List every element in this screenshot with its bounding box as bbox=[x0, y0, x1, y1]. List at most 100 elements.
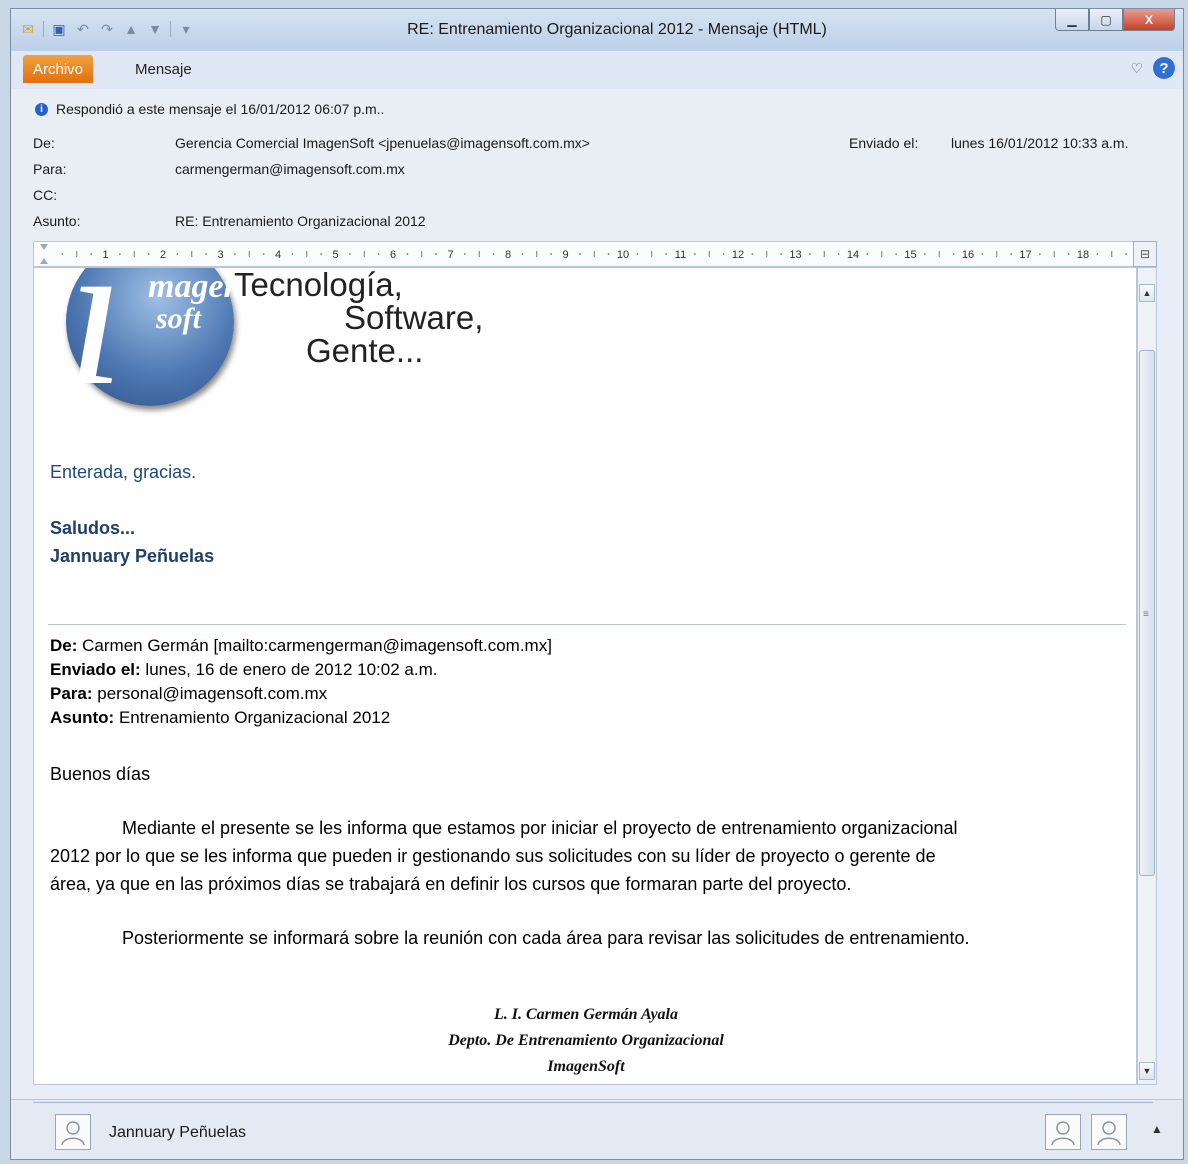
ruler-tick bbox=[895, 253, 898, 255]
ruler-tick bbox=[118, 253, 121, 255]
ruler-tick bbox=[837, 253, 840, 255]
contact-avatar-small[interactable] bbox=[1091, 1114, 1127, 1150]
ruler-tick bbox=[291, 253, 294, 255]
ruler-tick bbox=[176, 253, 179, 255]
cc-label: CC: bbox=[33, 187, 58, 203]
slogan-line: Software, bbox=[344, 299, 484, 336]
orig-subject-value: Entrenamiento Organizacional 2012 bbox=[118, 708, 391, 727]
tab-message[interactable]: Mensaje bbox=[135, 61, 192, 78]
quote-divider bbox=[48, 624, 1126, 625]
ruler-scale: 1 2 3 4 5 6 7 8 9 10 11 12 13 14 15 16 17 18 bbox=[40, 244, 1128, 264]
ruler-tick bbox=[1010, 253, 1013, 255]
ruler[interactable]: 1 2 3 4 5 6 7 8 9 10 11 12 13 14 15 16 17 18 bbox=[33, 241, 1153, 267]
ruler-number: 12 bbox=[732, 249, 744, 261]
scroll-grip-icon: ≡ bbox=[1143, 609, 1149, 620]
orig-subject-label: Asunto: bbox=[50, 708, 115, 727]
info-icon: i bbox=[35, 102, 48, 116]
info-bar[interactable]: i Respondió a este mensaje el 16/01/2012… bbox=[35, 101, 384, 117]
signature-company: ImagenSoft bbox=[547, 1058, 625, 1075]
ruler-number: 16 bbox=[962, 249, 974, 261]
ruler-tick bbox=[233, 253, 236, 255]
message-body[interactable]: i magen soft Tecnología, Software, Gente… bbox=[33, 267, 1137, 1085]
orig-to-value[interactable]: personal@imagensoft.com.mx bbox=[97, 684, 327, 703]
scroll-up-button[interactable]: ▲ bbox=[1139, 284, 1155, 302]
orig-to-label: Para: bbox=[50, 684, 93, 703]
ruler-tick bbox=[90, 253, 93, 255]
paragraph-1-line-3: área, ya que en las próximos días se tra… bbox=[50, 874, 852, 894]
slogan-line: Tecnología, bbox=[234, 267, 403, 303]
ruler-tick bbox=[808, 253, 811, 255]
ruler-tick bbox=[952, 253, 955, 255]
reply-text: Enterada, gracias. bbox=[50, 462, 197, 482]
indent-marker[interactable] bbox=[40, 244, 48, 264]
ribbon-right: ♡ ? bbox=[1130, 57, 1175, 79]
ruler-tick bbox=[1038, 253, 1041, 255]
ruler-number: 5 bbox=[332, 249, 338, 261]
tab-file[interactable]: Archivo bbox=[23, 55, 93, 83]
message-header: i Respondió a este mensaje el 16/01/2012… bbox=[11, 89, 1183, 241]
ruler-number: 15 bbox=[904, 249, 916, 261]
maximize-button[interactable]: ▢ bbox=[1089, 9, 1123, 31]
imagensoft-logo: i magen soft bbox=[66, 268, 242, 418]
orig-from-label: De: bbox=[50, 636, 78, 655]
sent-value: lunes 16/01/2012 10:33 a.m. bbox=[951, 135, 1129, 151]
ruler-tick bbox=[780, 253, 783, 255]
ruler-tick bbox=[61, 253, 64, 255]
minimize-button[interactable]: ▁ bbox=[1055, 9, 1089, 31]
ruler-tick bbox=[693, 253, 696, 255]
ruler-number: 2 bbox=[160, 249, 166, 261]
ruler-tick bbox=[492, 253, 495, 255]
scroll-down-button[interactable]: ▼ bbox=[1139, 1062, 1155, 1080]
ruler-number: 17 bbox=[1019, 249, 1031, 261]
sent-label: Enviado el: bbox=[849, 135, 919, 151]
ruler-tick bbox=[435, 253, 438, 255]
paragraph-1-line-1: Mediante el presente se les informa que … bbox=[122, 818, 958, 838]
slogan: Tecnología, Software, Gente... bbox=[234, 268, 483, 367]
ruler-number: 3 bbox=[217, 249, 223, 261]
ruler-tick bbox=[1125, 253, 1128, 255]
contact-avatar[interactable] bbox=[55, 1114, 91, 1150]
expand-ribbon-icon[interactable]: ♡ bbox=[1130, 60, 1143, 77]
ruler-number: 6 bbox=[390, 249, 396, 261]
scroll-thumb[interactable]: ≡ bbox=[1139, 350, 1155, 876]
slogan-line: Gente... bbox=[306, 332, 424, 369]
ruler-tick bbox=[981, 253, 984, 255]
orig-sent-label: Enviado el: bbox=[50, 660, 141, 679]
ruler-tick bbox=[262, 253, 265, 255]
person-icon bbox=[1097, 1121, 1121, 1146]
ruler-number: 10 bbox=[617, 249, 629, 261]
ruler-tick bbox=[521, 253, 524, 255]
ruler-tick bbox=[377, 253, 380, 255]
contact-avatar-small[interactable] bbox=[1045, 1114, 1081, 1150]
ruler-tick bbox=[665, 253, 668, 255]
person-icon bbox=[1051, 1121, 1075, 1146]
paragraph-1-line-2: 2012 por lo que se les informa que puede… bbox=[50, 846, 936, 866]
ruler-number: 9 bbox=[562, 249, 568, 261]
expand-people-pane-icon[interactable]: ▲ bbox=[1151, 1122, 1163, 1136]
help-icon[interactable]: ? bbox=[1153, 57, 1175, 79]
view-ruler-icon[interactable]: ⊟ bbox=[1133, 241, 1157, 267]
from-label: De: bbox=[33, 135, 55, 151]
ruler-number: 1 bbox=[102, 249, 108, 261]
ribbon: Archivo Mensaje ♡ ? bbox=[11, 51, 1183, 90]
ruler-tick bbox=[320, 253, 323, 255]
contact-name[interactable]: Jannuary Peñuelas bbox=[109, 1124, 246, 1142]
vertical-scrollbar[interactable]: ▲ ≡ ▼ bbox=[1137, 267, 1157, 1085]
window-controls: ▁ ▢ X bbox=[1055, 9, 1175, 31]
people-pane: Jannuary Peñuelas ▲ bbox=[11, 1099, 1183, 1159]
from-value[interactable]: Gerencia Comercial ImagenSoft <jpenuelas… bbox=[175, 135, 590, 151]
to-value[interactable]: carmengerman@imagensoft.com.mx bbox=[175, 161, 405, 177]
ruler-tick bbox=[1067, 253, 1070, 255]
subject-label: Asunto: bbox=[33, 213, 81, 229]
window-title: RE: Entrenamiento Organizacional 2012 - … bbox=[407, 21, 827, 38]
close-button[interactable]: X bbox=[1123, 9, 1175, 31]
people-pane-divider[interactable] bbox=[33, 1102, 1153, 1109]
orig-from-value[interactable]: Carmen Germán [mailto:carmengerman@image… bbox=[82, 636, 552, 655]
to-label: Para: bbox=[33, 161, 67, 177]
ruler-tick bbox=[722, 253, 725, 255]
info-text: Respondió a este mensaje el 16/01/2012 0… bbox=[56, 101, 385, 117]
greeting: Buenos días bbox=[50, 764, 151, 784]
ruler-number: 8 bbox=[505, 249, 511, 261]
message-window: ✉ ▣ ↶ ↷ ▲ ▼ ▾ RE: Entrenamiento Organiza… bbox=[10, 8, 1184, 1160]
ruler-number: 11 bbox=[675, 249, 686, 261]
